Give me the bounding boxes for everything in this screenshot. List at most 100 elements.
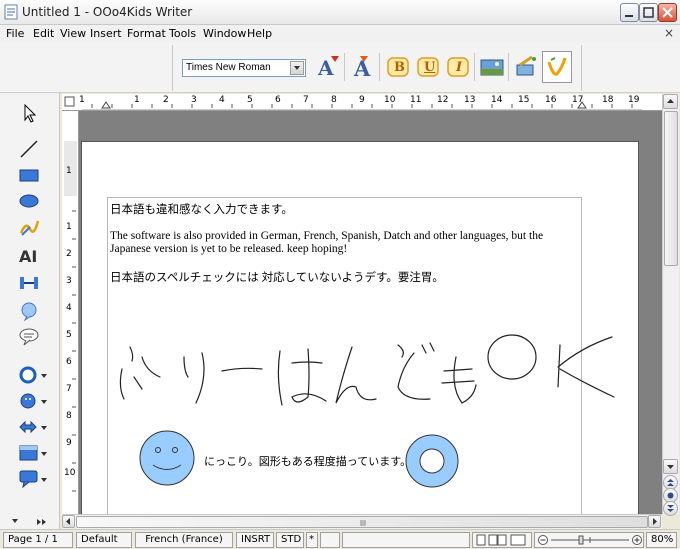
writer-app-icon	[4, 4, 18, 20]
selection-mode[interactable]: STD	[276, 532, 304, 548]
font-size-button[interactable]: A	[350, 53, 378, 81]
ruler-num: 7	[303, 95, 309, 105]
smiley-shape[interactable]	[137, 428, 197, 488]
ruler-num: 11	[410, 95, 422, 105]
ruler-num: 6	[275, 95, 281, 105]
line-icon	[20, 140, 38, 158]
page-style[interactable]: Default	[76, 532, 132, 548]
menu-tools[interactable]: Tools	[169, 27, 196, 40]
horizontal-scroll-thumb[interactable]	[76, 516, 648, 528]
insert-mode[interactable]: INSRT	[236, 532, 274, 548]
italic-button[interactable]: I	[444, 53, 472, 81]
minimize-button[interactable]	[620, 3, 639, 22]
title-bar: Untitled 1 - OOo4Kids Writer	[0, 0, 680, 25]
ruler-num: 1	[134, 95, 140, 105]
chevron-down-icon[interactable]	[40, 450, 48, 458]
horizontal-scrollbar[interactable]	[62, 514, 662, 529]
menu-file[interactable]: File	[6, 27, 24, 40]
vertical-scroll-thumb[interactable]	[664, 111, 678, 266]
paragraph-3[interactable]: 日本語のスペルチェックには 対応していないようデす。要注胃。	[110, 271, 444, 285]
document-area[interactable]: 日本語も違和感なく入力できます。 The software is also pr…	[79, 111, 662, 549]
gallery-button[interactable]	[512, 53, 540, 81]
ruler-num: 2	[163, 95, 169, 105]
signature-field[interactable]	[320, 532, 340, 548]
vertical-scrollbar[interactable]	[662, 94, 679, 516]
line-tool[interactable]	[14, 137, 46, 161]
ruler-num: 17	[572, 95, 584, 105]
handwriting-drawing[interactable]	[112, 327, 622, 417]
menu-insert[interactable]: Insert	[90, 27, 122, 40]
symbol-shapes-icon	[20, 393, 36, 409]
fontwork-tool[interactable]: AI	[14, 243, 46, 267]
chevron-down-icon[interactable]	[290, 61, 304, 75]
chevron-down-icon[interactable]	[40, 398, 48, 406]
scroll-down-button[interactable]	[663, 459, 678, 474]
chevron-down-icon[interactable]	[40, 424, 48, 432]
fontwork-icon: AI	[19, 247, 37, 265]
chevron-down-icon[interactable]	[40, 372, 48, 380]
horizontal-ruler[interactable]: 1 1 2 3 4 5 6 7 8 9 10 11 12 13 14 15 16…	[62, 94, 662, 111]
ruler-num: 1	[66, 222, 72, 232]
menu-edit[interactable]: Edit	[33, 27, 54, 40]
ruler-num: 3	[66, 276, 72, 286]
select-tool[interactable]	[14, 101, 46, 125]
zoom-level[interactable]: 80%	[646, 532, 677, 548]
menu-window[interactable]: Window	[203, 27, 246, 40]
insert-image-button[interactable]	[478, 53, 506, 81]
menu-help[interactable]: Help	[247, 27, 272, 40]
next-page-button[interactable]	[663, 501, 678, 516]
vertical-ruler[interactable]: 1 1 2 3 4 5 6 7 8 9 10	[62, 111, 79, 514]
document-page[interactable]: 日本語も違和感なく入力できます。 The software is also pr…	[81, 141, 639, 549]
ruler-num: 12	[437, 95, 449, 105]
menu-bar: File Edit View Insert Format Tools Windo…	[0, 25, 680, 43]
toolbar-more-icon[interactable]	[10, 517, 46, 527]
callout-icon	[21, 302, 37, 321]
svg-text:AI: AI	[19, 247, 37, 265]
scroll-left-button[interactable]	[62, 515, 75, 528]
ruler-num: 4	[66, 303, 72, 313]
connector-tool[interactable]	[14, 271, 46, 295]
special-icon	[547, 57, 567, 76]
ring-shape[interactable]	[404, 433, 464, 491]
font-name-value: Times New Roman	[186, 62, 271, 73]
ruler-num: 1	[66, 166, 72, 176]
ruler-num: 9	[359, 95, 365, 105]
close-document-button[interactable]: ×	[664, 26, 674, 40]
text-bubble-icon	[19, 328, 39, 346]
font-color-icon: A	[317, 56, 339, 80]
special-button[interactable]	[542, 51, 572, 83]
status-bar: Page 1 / 1 Default French (France) INSRT…	[0, 529, 680, 549]
shape-caption[interactable]: にっこり。図形もある程度描っています。	[204, 453, 411, 469]
callout-tool[interactable]	[14, 299, 46, 323]
view-layout[interactable]	[472, 532, 532, 548]
menu-view[interactable]: View	[60, 27, 86, 40]
language-indicator[interactable]: French (France)	[135, 532, 233, 548]
font-color-button[interactable]: A	[314, 53, 342, 81]
zoom-slider[interactable]	[534, 532, 644, 548]
maximize-button[interactable]	[639, 3, 658, 22]
bold-button[interactable]: B	[384, 53, 412, 81]
scroll-right-button[interactable]	[648, 515, 661, 528]
close-window-button[interactable]	[658, 3, 677, 22]
italic-label: I	[456, 60, 463, 75]
connector-icon	[20, 277, 38, 289]
modified-indicator: *	[306, 532, 318, 548]
text-bubble-tool[interactable]	[14, 325, 46, 349]
scroll-up-button[interactable]	[663, 94, 678, 109]
chevron-down-icon[interactable]	[40, 476, 48, 484]
paragraph-2a[interactable]: The software is also provided in German,…	[110, 229, 543, 243]
ruler-num: 5	[66, 330, 72, 340]
font-name-select[interactable]: Times New Roman	[182, 59, 306, 77]
menu-format[interactable]: Format	[127, 27, 166, 40]
rectangle-tool[interactable]	[14, 163, 46, 187]
page-indicator[interactable]: Page 1 / 1	[3, 532, 73, 548]
ruler-num: 2	[66, 249, 72, 259]
freeform-tool[interactable]	[14, 215, 46, 239]
flowchart-icon	[19, 445, 38, 461]
minimize-icon	[625, 15, 633, 17]
underline-button[interactable]: U	[414, 53, 442, 81]
ruler-num: 19	[628, 95, 640, 105]
paragraph-1[interactable]: 日本語も違和感なく入力できます。	[110, 203, 293, 217]
paragraph-2b[interactable]: Japanese version is yet to be released. …	[110, 242, 347, 256]
ellipse-tool[interactable]	[14, 189, 46, 213]
